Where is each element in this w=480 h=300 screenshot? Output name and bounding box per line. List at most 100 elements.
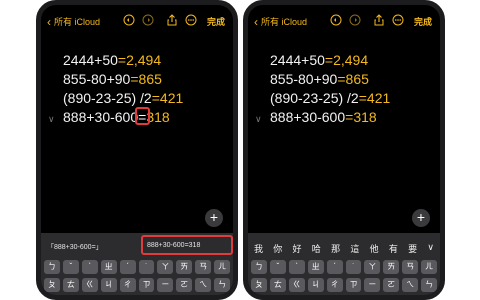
key[interactable]: ㄓ	[307, 260, 324, 274]
key[interactable]: ˊ	[326, 260, 343, 274]
key[interactable]: ㄐ	[307, 278, 324, 292]
key[interactable]: ˋ	[81, 260, 98, 274]
more-icon[interactable]	[185, 14, 197, 26]
phone-right: ‹ 所有 iCloud 完成 2444+50=2,494 855-80+90=8…	[243, 0, 445, 300]
key-row: ㄆ ㄊ ㄍ ㄐ ㄔ ㄗ ㄧ ㄛ ㄟ ㄣ	[251, 278, 438, 292]
note-line: 2444+50=2,494	[63, 51, 225, 70]
candidate-item[interactable]: 他	[370, 242, 379, 255]
expression: 2444+50	[63, 52, 118, 68]
note-line: ∨ 888+30-600=318	[48, 107, 225, 127]
key-row: ㄆ ㄊ ㄍ ㄐ ㄔ ㄗ ㄧ ㄛ ㄟ ㄣ	[44, 278, 231, 292]
key[interactable]: ㄣ	[214, 278, 231, 292]
candidate-item[interactable]: 這	[350, 242, 359, 255]
back-label: 所有 iCloud	[261, 17, 308, 27]
candidate-item[interactable]: 「888+30-600=」	[47, 242, 103, 252]
chevron-down-icon[interactable]: ∨	[427, 242, 434, 255]
key[interactable]: ㄗ	[138, 278, 155, 292]
key[interactable]: ㄢ	[195, 260, 212, 274]
expression: 2444+50	[270, 52, 325, 68]
note-line: ∨ 888+30-600=318	[255, 108, 432, 127]
expression: (890-23-25) /2	[63, 90, 152, 106]
candidate-item[interactable]: 那	[331, 242, 340, 255]
key[interactable]: ㄗ	[345, 278, 362, 292]
share-icon[interactable]	[166, 14, 178, 26]
done-button[interactable]: 完成	[414, 15, 432, 28]
share-icon[interactable]	[373, 14, 385, 26]
key[interactable]: ˇ	[269, 260, 286, 274]
undo-icon[interactable]	[330, 14, 342, 26]
candidate-item[interactable]: 好	[293, 242, 302, 255]
equals-sign: =	[358, 90, 367, 106]
note-line: 855-80+90=865	[63, 70, 225, 89]
key[interactable]: ㄧ	[157, 278, 174, 292]
key[interactable]: ㄓ	[100, 260, 117, 274]
notes-toolbar: ‹ 所有 iCloud 完成	[41, 11, 233, 33]
expression: 888+30-600	[63, 109, 139, 125]
key[interactable]: ㄛ	[176, 278, 193, 292]
key[interactable]: ㄆ	[44, 278, 60, 292]
fold-chevron-icon[interactable]: ∨	[48, 110, 55, 129]
note-body[interactable]: 2444+50=2,494 855-80+90=865 (890-23-25) …	[255, 51, 432, 127]
key[interactable]: ㄚ	[364, 260, 381, 274]
key[interactable]: ㄊ	[269, 278, 286, 292]
candidate-item[interactable]: 我	[254, 242, 263, 255]
plus-icon[interactable]: +	[412, 209, 430, 227]
result: 421	[366, 90, 391, 106]
more-icon[interactable]	[392, 14, 404, 26]
key[interactable]: ㄦ	[214, 260, 231, 274]
equals-sign: =	[117, 52, 127, 68]
candidate-highlight-box	[141, 235, 233, 255]
note-line: (890-23-25) /2=421	[63, 89, 225, 108]
key[interactable]: ˇ	[62, 260, 79, 274]
highlight-box	[135, 107, 151, 125]
fold-chevron-icon[interactable]: ∨	[255, 110, 262, 129]
equals-sign: =	[151, 90, 160, 106]
result: 2,494	[126, 52, 162, 68]
key[interactable]: ㄧ	[364, 278, 381, 292]
key[interactable]: ˙	[345, 260, 362, 274]
key[interactable]: ㄅ	[44, 260, 60, 274]
key[interactable]: ㄊ	[62, 278, 79, 292]
phone-left: ‹ 所有 iCloud 完成 2444+50=2,494 855-80+90=8…	[36, 0, 238, 300]
candidate-item[interactable]: 有	[389, 242, 398, 255]
chevron-left-icon: ‹	[254, 14, 258, 29]
key[interactable]: ㄐ	[100, 278, 117, 292]
key[interactable]: ㄆ	[251, 278, 267, 292]
key[interactable]: ㄣ	[421, 278, 438, 292]
key-row: ㄅ ˇ ˋ ㄓ ˊ ˙ ㄚ ㄞ ㄢ ㄦ	[251, 260, 438, 274]
key[interactable]: ㄔ	[119, 278, 136, 292]
key[interactable]: ㄞ	[383, 260, 400, 274]
back-label: 所有 iCloud	[54, 17, 101, 27]
note-body[interactable]: 2444+50=2,494 855-80+90=865 (890-23-25) …	[48, 51, 225, 127]
key[interactable]: ˋ	[288, 260, 305, 274]
result: 421	[159, 90, 184, 106]
candidate-item[interactable]: 要	[408, 242, 417, 255]
candidate-item[interactable]: 你	[273, 242, 282, 255]
redo-icon[interactable]	[349, 14, 361, 26]
key[interactable]: ㄛ	[383, 278, 400, 292]
key[interactable]: ㄟ	[195, 278, 212, 292]
key[interactable]: ˊ	[119, 260, 136, 274]
key[interactable]: ㄚ	[157, 260, 174, 274]
key[interactable]: ㄔ	[326, 278, 343, 292]
key[interactable]: ˙	[138, 260, 155, 274]
key[interactable]: ㄞ	[176, 260, 193, 274]
back-button[interactable]: ‹ 所有 iCloud	[47, 15, 100, 28]
expression: 855-80+90	[270, 71, 338, 87]
key[interactable]: ㄍ	[81, 278, 98, 292]
undo-icon[interactable]	[123, 14, 135, 26]
key[interactable]: ㄟ	[402, 278, 419, 292]
key[interactable]: ㄅ	[251, 260, 267, 274]
back-button[interactable]: ‹ 所有 iCloud	[254, 15, 307, 28]
result: 2,494	[333, 52, 369, 68]
key[interactable]: ㄦ	[421, 260, 438, 274]
done-button[interactable]: 完成	[207, 15, 225, 28]
note-line: (890-23-25) /2=421	[270, 89, 432, 108]
keyboard: 我 你 好 哈 那 這 他 有 要 ∨ ㄅ ˇ ˋ ㄓ ˊ ˙ ㄚ ㄞ ㄢ ㄦ	[248, 233, 440, 295]
key[interactable]: ㄍ	[288, 278, 305, 292]
redo-icon[interactable]	[142, 14, 154, 26]
keyboard: 「888+30-600=」 888+30-600=318 ㄅ ˇ ˋ ㄓ ˊ ˙…	[41, 233, 233, 295]
key[interactable]: ㄢ	[402, 260, 419, 274]
plus-icon[interactable]: +	[205, 209, 223, 227]
candidate-item[interactable]: 哈	[312, 242, 321, 255]
